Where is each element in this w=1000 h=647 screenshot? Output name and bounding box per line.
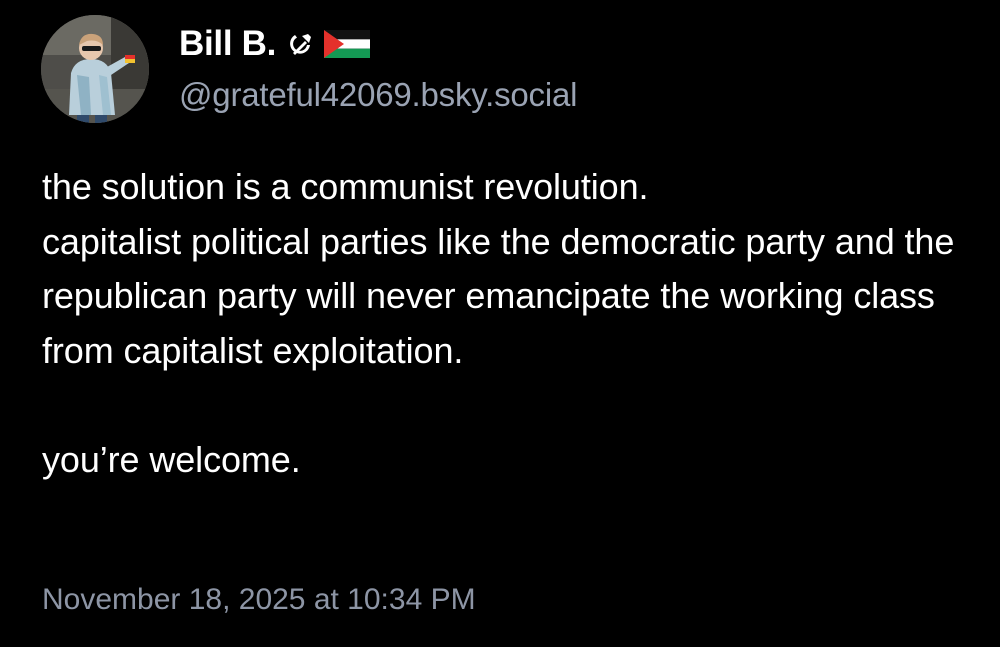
- author-name-row: Bill B.: [179, 20, 371, 68]
- avatar-photo: [41, 15, 149, 123]
- palestine-flag-icon: [324, 30, 371, 58]
- post-text: the solution is a communist revolution. …: [42, 166, 955, 480]
- post-card: Bill B. @grateful42069.bsky.social the s…: [0, 0, 1000, 647]
- author-handle[interactable]: @grateful42069.bsky.social: [179, 76, 577, 114]
- display-name[interactable]: Bill B.: [179, 24, 276, 64]
- avatar[interactable]: [41, 15, 149, 123]
- hammer-and-sickle-icon: [288, 31, 314, 57]
- post-timestamp[interactable]: November 18, 2025 at 10:34 PM: [42, 583, 476, 617]
